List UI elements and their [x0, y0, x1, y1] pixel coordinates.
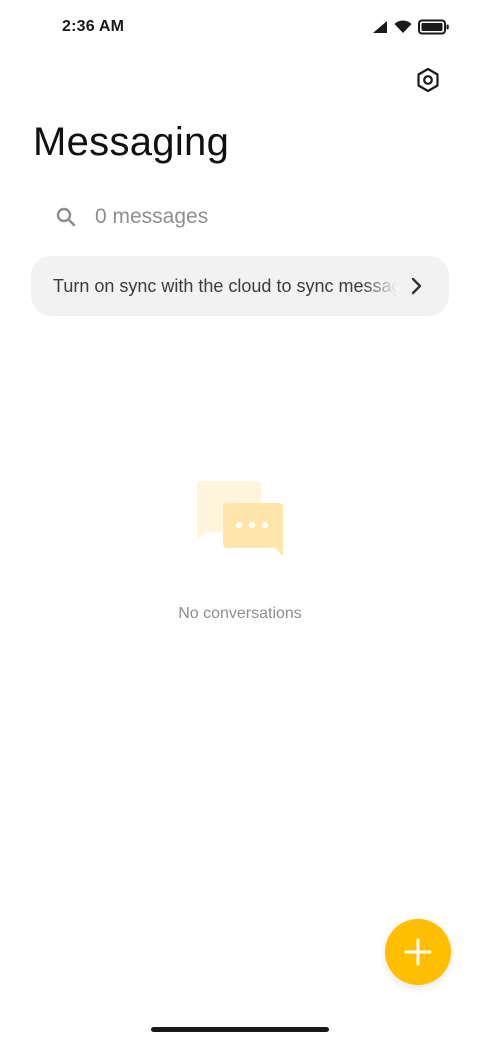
search-bar[interactable]: 0 messages — [52, 198, 432, 236]
messaging-screen: 2:36 AM Messaging 0 messages Turn on syn… — [0, 0, 480, 1040]
empty-state-message: No conversations — [178, 605, 302, 622]
battery-icon — [418, 19, 450, 35]
status-time: 2:36 AM — [62, 18, 125, 35]
chat-bubbles-icon — [195, 478, 287, 560]
search-icon — [55, 206, 77, 228]
chevron-right-icon — [405, 275, 427, 297]
settings-hexagon-icon — [415, 67, 441, 93]
new-message-button[interactable] — [385, 919, 451, 985]
sync-banner-text: Turn on sync with the cloud to sync mess… — [53, 275, 397, 296]
plus-icon — [403, 937, 433, 967]
search-placeholder: 0 messages — [95, 205, 209, 228]
home-indicator[interactable] — [151, 1027, 329, 1032]
status-icons — [372, 19, 450, 35]
page-title: Messaging — [33, 120, 230, 164]
settings-button[interactable] — [414, 66, 442, 94]
sync-banner[interactable]: Turn on sync with the cloud to sync mess… — [31, 256, 449, 316]
wifi-icon — [394, 20, 412, 34]
status-bar: 2:36 AM — [0, 0, 480, 56]
cellular-signal-icon — [372, 20, 388, 34]
